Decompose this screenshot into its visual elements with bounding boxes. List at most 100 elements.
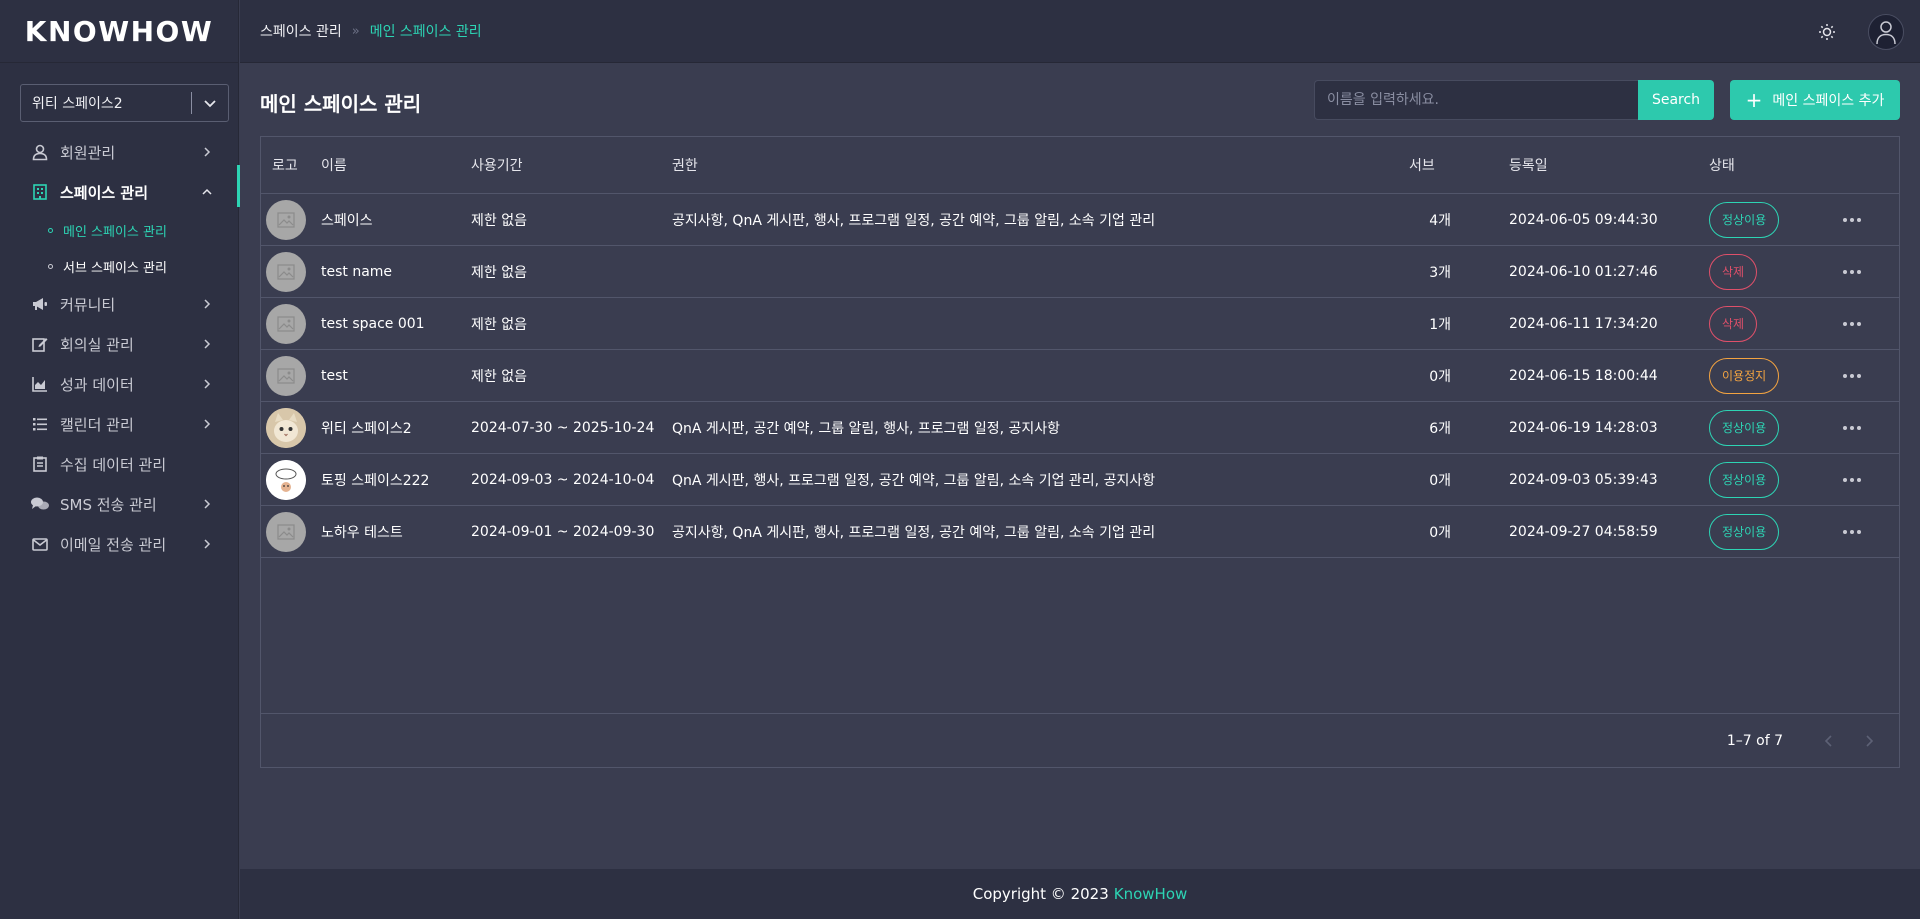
cell-name[interactable]: 위티 스페이스2 bbox=[321, 418, 412, 438]
sidebar-item-email[interactable]: 이메일 전송 관리 bbox=[0, 524, 239, 564]
area-chart-icon bbox=[30, 374, 50, 394]
cell-logo bbox=[266, 355, 306, 396]
cell-sub: 0개 bbox=[1429, 472, 1451, 489]
sidebar-subitem-sub-space[interactable]: 서브 스페이스 관리 bbox=[0, 248, 239, 284]
chevron-up-icon bbox=[197, 187, 217, 197]
status-badge[interactable]: 정상이용 bbox=[1709, 513, 1780, 550]
more-icon[interactable] bbox=[1843, 529, 1861, 534]
sidebar-item-members[interactable]: 회원관리 bbox=[0, 132, 239, 172]
cell-perm: 공지사항, QnA 게시판, 행사, 프로그램 일정, 공간 예약, 그룹 알림… bbox=[672, 212, 1156, 229]
breadcrumb-parent[interactable]: 스페이스 관리 bbox=[260, 21, 342, 41]
more-icon[interactable] bbox=[1843, 217, 1861, 222]
cell-status: 정상이용 bbox=[1709, 461, 1780, 498]
footer-brand-link[interactable]: KnowHow bbox=[1114, 885, 1188, 903]
sidebar-item-performance-data[interactable]: 성과 데이터 bbox=[0, 364, 239, 404]
sun-icon[interactable] bbox=[1816, 21, 1838, 43]
cell-period: 2024-09-01 ~ 2024-09-30 bbox=[471, 523, 655, 540]
cell-name[interactable]: 토핑 스페이스222 bbox=[321, 470, 429, 490]
cell-name[interactable]: test space 001 bbox=[321, 316, 425, 332]
status-badge[interactable]: 정상이용 bbox=[1709, 461, 1780, 498]
table-row[interactable]: 토핑 스페이스222 2024-09-03 ~ 2024-10-04 QnA 게시판… bbox=[261, 454, 1899, 506]
search-bar: Search bbox=[1314, 80, 1714, 120]
cell-logo bbox=[266, 459, 306, 500]
table-header: 로고 이름 사용기간 권한 서브 등록일 상태 bbox=[261, 137, 1899, 194]
bullet-icon bbox=[48, 227, 53, 233]
edit-icon bbox=[30, 334, 50, 354]
topping-logo-icon bbox=[266, 459, 306, 500]
cell-name[interactable]: test name bbox=[321, 264, 392, 280]
cell-status: 정상이용 bbox=[1709, 201, 1780, 238]
col-header-sub[interactable]: 서브 bbox=[1409, 155, 1449, 175]
status-badge[interactable]: 삭제 bbox=[1709, 253, 1758, 290]
more-icon[interactable] bbox=[1843, 425, 1861, 430]
sidebar-item-label: 캘린더 관리 bbox=[60, 415, 134, 434]
sidebar: KNOWHOW 위티 스페이스2 회원관리 스페이스 관리 메인 스페이스 관리 bbox=[0, 0, 240, 919]
col-header-name[interactable]: 이름 bbox=[321, 155, 347, 175]
cell-name[interactable]: 스페이스 bbox=[321, 210, 373, 230]
sidebar-subitem-main-space[interactable]: 메인 스페이스 관리 bbox=[0, 212, 239, 248]
space-logo bbox=[266, 199, 306, 240]
space-logo bbox=[266, 251, 306, 292]
chevron-right-icon bbox=[197, 299, 217, 309]
spaces-table: 로고 이름 사용기간 권한 서브 등록일 상태 스페이스 제한 없음 공지사항, Q… bbox=[260, 136, 1900, 768]
more-icon[interactable] bbox=[1843, 477, 1861, 482]
cell-period: 제한 없음 bbox=[471, 212, 527, 229]
plus-icon: + bbox=[1745, 88, 1763, 112]
cell-name[interactable]: test bbox=[321, 368, 348, 384]
more-icon[interactable] bbox=[1843, 269, 1861, 274]
cell-sub: 0개 bbox=[1429, 368, 1451, 385]
sidebar-item-sms[interactable]: SMS 전송 관리 bbox=[0, 484, 239, 524]
space-select-value: 위티 스페이스2 bbox=[32, 96, 123, 112]
space-logo bbox=[266, 303, 306, 344]
sidebar-item-label: SMS 전송 관리 bbox=[60, 495, 157, 514]
sidebar-item-spaces[interactable]: 스페이스 관리 bbox=[0, 165, 240, 212]
cell-name[interactable]: 노하우 테스트 bbox=[321, 522, 403, 542]
image-placeholder-icon bbox=[277, 367, 295, 384]
breadcrumb: 스페이스 관리 » 메인 스페이스 관리 bbox=[260, 21, 482, 41]
more-icon[interactable] bbox=[1843, 373, 1861, 378]
image-placeholder-icon bbox=[277, 211, 295, 228]
chevron-right-icon[interactable] bbox=[1859, 731, 1879, 751]
chevron-down-icon[interactable] bbox=[192, 96, 228, 110]
app-logo[interactable]: KNOWHOW bbox=[0, 0, 238, 63]
more-icon[interactable] bbox=[1843, 321, 1861, 326]
pagination-text: 1–7 of 7 bbox=[1726, 732, 1783, 749]
table-row[interactable]: 위티 스페이스2 2024-07-30 ~ 2025-10-24 QnA 게시판, … bbox=[261, 402, 1899, 454]
avatar[interactable] bbox=[1868, 13, 1904, 50]
table-row[interactable]: test space 001 제한 없음 1개 2024-06-11 17:34:20… bbox=[261, 298, 1899, 350]
chevron-right-icon bbox=[197, 419, 217, 429]
sidebar-item-community[interactable]: 커뮤니티 bbox=[0, 284, 239, 324]
col-header-status[interactable]: 상태 bbox=[1709, 155, 1735, 175]
user-icon bbox=[30, 142, 50, 162]
cell-date: 2024-06-15 18:00:44 bbox=[1509, 367, 1658, 384]
space-select[interactable]: 위티 스페이스2 bbox=[20, 84, 229, 122]
chevron-left-icon[interactable] bbox=[1819, 731, 1839, 751]
cell-perm: QnA 게시판, 공간 예약, 그룹 알림, 행사, 프로그램 일정, 공지사항 bbox=[672, 420, 1061, 437]
cell-logo bbox=[266, 407, 306, 448]
sidebar-item-collected-data[interactable]: 수집 데이터 관리 bbox=[0, 444, 239, 484]
table-row[interactable]: test 제한 없음 0개 2024-06-15 18:00:44 이용정지 bbox=[261, 350, 1899, 402]
status-badge[interactable]: 이용정지 bbox=[1709, 357, 1780, 394]
sidebar-item-calendar[interactable]: 캘린더 관리 bbox=[0, 404, 239, 444]
sidebar-subitem-label: 메인 스페이스 관리 bbox=[63, 224, 167, 240]
col-header-perm[interactable]: 권한 bbox=[672, 155, 698, 175]
search-button[interactable]: Search bbox=[1638, 80, 1714, 120]
table-row[interactable]: test name 제한 없음 3개 2024-06-10 01:27:46 삭제 bbox=[261, 246, 1899, 298]
table-row[interactable]: 스페이스 제한 없음 공지사항, QnA 게시판, 행사, 프로그램 일정, 공간 … bbox=[261, 194, 1899, 246]
cell-sub: 6개 bbox=[1429, 420, 1451, 437]
cell-date: 2024-06-19 14:28:03 bbox=[1509, 419, 1658, 436]
status-badge[interactable]: 정상이용 bbox=[1709, 201, 1780, 238]
breadcrumb-current: 메인 스페이스 관리 bbox=[369, 24, 482, 40]
cell-logo bbox=[266, 199, 306, 240]
table-row[interactable]: 노하우 테스트 2024-09-01 ~ 2024-09-30 공지사항, QnA … bbox=[261, 506, 1899, 558]
sidebar-item-meeting-rooms[interactable]: 회의실 관리 bbox=[0, 324, 239, 364]
footer: Copyright © 2023 KnowHow bbox=[240, 869, 1920, 919]
search-input[interactable] bbox=[1314, 80, 1638, 120]
add-main-space-button[interactable]: + 메인 스페이스 추가 bbox=[1730, 80, 1900, 120]
copyright-text: Copyright © 2023 bbox=[972, 885, 1109, 903]
col-header-period[interactable]: 사용기간 bbox=[471, 155, 523, 175]
cell-sub: 4개 bbox=[1429, 212, 1451, 229]
status-badge[interactable]: 정상이용 bbox=[1709, 409, 1780, 446]
status-badge[interactable]: 삭제 bbox=[1709, 305, 1758, 342]
col-header-date[interactable]: 등록일 bbox=[1509, 155, 1548, 175]
